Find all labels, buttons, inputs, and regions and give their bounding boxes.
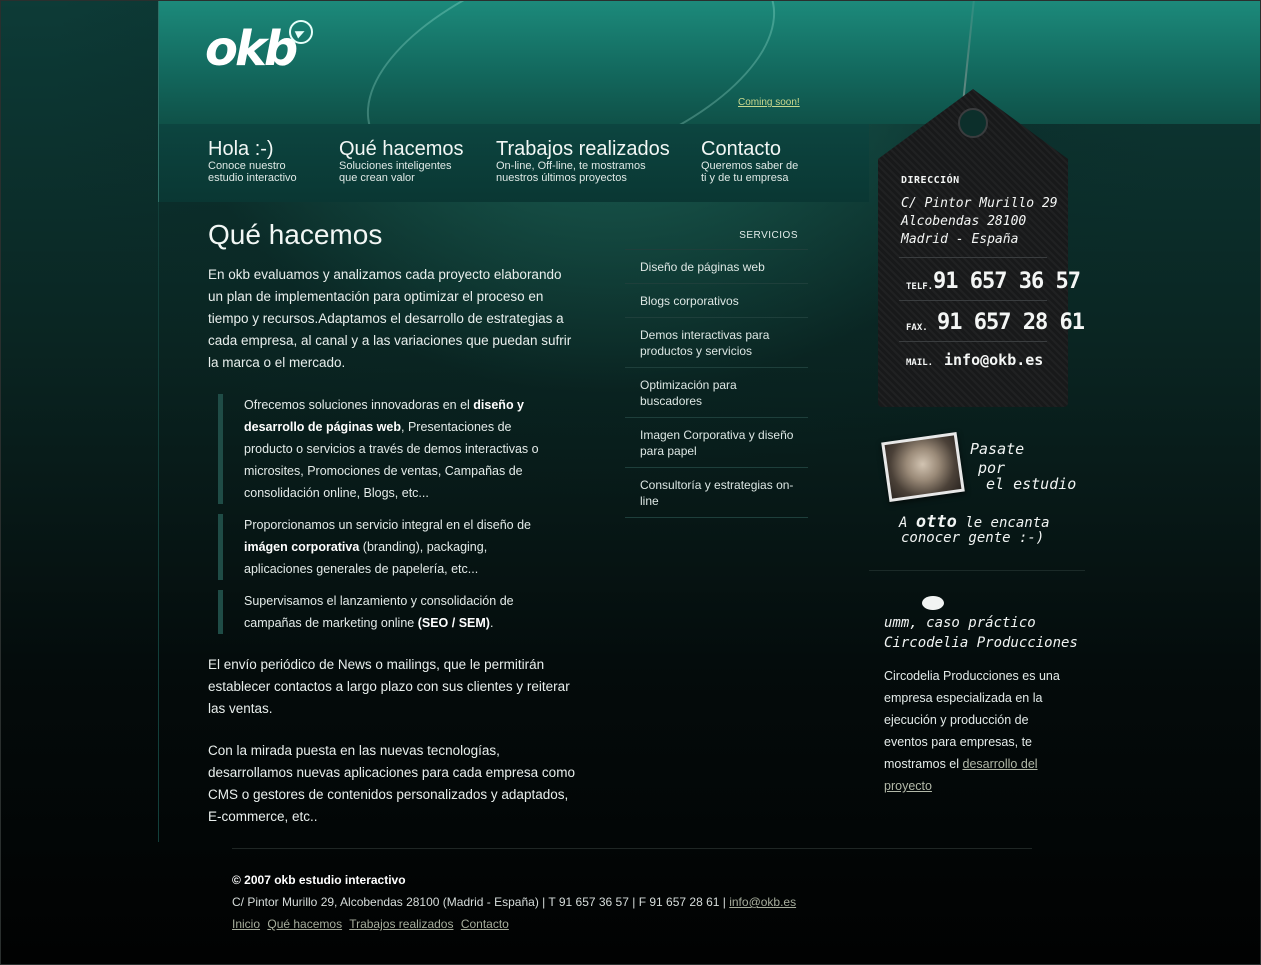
nav-item-hola[interactable]: Hola :-) Conoce nuestro estudio interact…	[208, 138, 297, 184]
dog-photo-image	[884, 435, 962, 499]
case-description-text: Circodelia Producciones es una empresa e…	[884, 669, 1060, 771]
footer-address-text: C/ Pintor Murillo 29, Alcobendas 28100 (…	[232, 895, 730, 909]
mail-label: MAIL.	[906, 358, 934, 368]
phone-label: TELF.	[906, 282, 934, 292]
otto-note-line: conocer gente :-)	[901, 530, 1045, 546]
intro-paragraph: En okb evaluamos y analizamos cada proye…	[208, 267, 572, 370]
nav-title: Contacto	[701, 138, 782, 160]
content-edge	[158, 202, 159, 842]
quote-block-marketing: Supervisamos el lanzamiento y consolidac…	[218, 590, 558, 634]
nav-subtitle: On-line, Off-line, te mostramos nuestros…	[496, 160, 646, 184]
case-heading-client: Circodelia Producciones	[884, 635, 1078, 651]
quote-text: .	[489, 616, 494, 630]
footer-address: C/ Pintor Murillo 29, Alcobendas 28100 (…	[232, 895, 796, 909]
case-description: Circodelia Producciones es una empresa e…	[884, 665, 1074, 797]
footer-copyright: © 2007 okb estudio interactivo	[232, 873, 406, 887]
otto-note: A otto le encanta	[899, 512, 1050, 532]
address-line: Madrid - España	[901, 232, 1019, 247]
page-title: Qué hacemos	[208, 219, 383, 250]
tag-divider	[899, 300, 1047, 301]
quote-block-web: Ofrecemos soluciones innovadoras en el d…	[218, 394, 558, 504]
dog-photo	[881, 432, 965, 502]
header-band	[158, 1, 1260, 124]
tech-paragraph: Con la mirada puesta en las nuevas tecno…	[208, 743, 575, 824]
nav-title: Qué hacemos	[339, 138, 464, 160]
nav-title: Trabajos realizados	[496, 138, 670, 160]
sidebar-divider	[869, 570, 1085, 571]
tag-divider	[899, 257, 1047, 258]
quote-highlight: (SEO / SEM)	[417, 616, 490, 630]
footer-email-link[interactable]: info@okb.es	[729, 895, 796, 909]
nav-subtitle: Queremos saber de ti y de tu empresa	[701, 160, 799, 184]
thought-bubble-icon	[922, 596, 944, 610]
quote-text: Ofrecemos soluciones innovadoras en el	[244, 398, 474, 412]
mail-address[interactable]: info@okb.es	[944, 351, 1043, 369]
phone-number: 91 657 36 57	[933, 269, 1081, 294]
footer-link-contacto[interactable]: Contacto	[461, 917, 509, 931]
nav-item-que-hacemos[interactable]: Qué hacemos Soluciones inteligentes que …	[339, 138, 464, 184]
nav-item-contacto[interactable]: Contacto Queremos saber de ti y de tu em…	[701, 138, 798, 184]
studio-line: el estudio	[986, 475, 1077, 493]
fax-number: 91 657 28 61	[937, 310, 1085, 335]
service-item-blogs[interactable]: Blogs corporativos	[625, 284, 808, 318]
address-label: DIRECCIÓN	[901, 175, 960, 186]
service-item-demos[interactable]: Demos interactivas para productos y serv…	[625, 318, 808, 368]
news-paragraph: El envío periódico de News o mailings, q…	[208, 657, 570, 716]
otto-name: otto	[915, 512, 957, 532]
fax-label: FAX.	[906, 323, 928, 333]
services-heading: SERVICIOS	[625, 221, 808, 250]
otto-note-text: le encanta	[965, 515, 1050, 531]
case-heading: umm, caso práctico	[884, 615, 1036, 631]
quote-text: Proporcionamos un servicio integral en e…	[244, 518, 531, 532]
footer-link-que-hacemos[interactable]: Qué hacemos	[267, 917, 342, 931]
otto-note-text: A	[899, 515, 908, 531]
nav-item-trabajos[interactable]: Trabajos realizados On-line, Off-line, t…	[496, 138, 670, 184]
address-line: Alcobendas 28100	[901, 214, 1027, 229]
okb-logo[interactable]: okb	[205, 23, 298, 75]
address-line: C/ Pintor Murillo 29	[901, 196, 1058, 211]
quote-highlight: imágen corporativa	[244, 540, 360, 554]
service-item-seo[interactable]: Optimización para buscadores	[625, 368, 808, 418]
coming-soon-link[interactable]: Coming soon!	[738, 97, 800, 108]
footer-divider	[232, 848, 1032, 849]
service-item-imagen[interactable]: Imagen Corporativa y diseño para papel	[625, 418, 808, 468]
footer-link-trabajos[interactable]: Trabajos realizados	[349, 917, 453, 931]
footer-nav: Inicio Qué hacemos Trabajos realizados C…	[232, 917, 513, 931]
quote-block-branding: Proporcionamos un servicio integral en e…	[218, 514, 558, 580]
page-frame: okb Coming soon! Hola :-) Conoce nuestro…	[0, 0, 1261, 965]
nav-subtitle: Conoce nuestro estudio interactivo	[208, 160, 297, 184]
service-item-consultoria[interactable]: Consultoría y estrategias on-line	[625, 468, 808, 518]
tag-hole	[958, 108, 988, 138]
services-menu: SERVICIOS Diseño de páginas web Blogs co…	[625, 221, 808, 518]
tag-divider	[899, 341, 1047, 342]
logo-bird-icon	[289, 20, 313, 44]
nav-title: Hola :-)	[208, 138, 274, 160]
address-block: C/ Pintor Murillo 29 Alcobendas 28100 Ma…	[901, 195, 1058, 249]
nav-subtitle: Soluciones inteligentes que crean valor	[339, 160, 452, 184]
service-item-web[interactable]: Diseño de páginas web	[625, 250, 808, 284]
studio-line: Pasate	[970, 440, 1025, 458]
footer-link-inicio[interactable]: Inicio	[232, 917, 260, 931]
